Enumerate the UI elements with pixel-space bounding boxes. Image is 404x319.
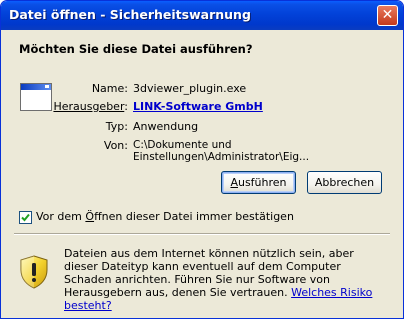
security-shield-warning-icon	[20, 255, 48, 289]
question-heading: Möchten Sie diese Datei ausführen?	[19, 42, 253, 56]
publisher-label-wrap: Herausgeber:	[4, 100, 128, 115]
name-value: 3dviewer_plugin.exe	[133, 82, 247, 95]
from-value: C:\Dokumente und Einstellungen\Administr…	[133, 139, 310, 163]
close-icon: ✕	[381, 7, 394, 23]
window-title: Datei öffnen - Sicherheitswarnung	[9, 7, 251, 22]
name-label-wrap: Name:	[4, 82, 128, 97]
from-label-wrap: Von:	[4, 139, 128, 154]
type-label: Typ:	[105, 120, 128, 133]
name-label: Name:	[91, 82, 128, 95]
title-bar[interactable]: Datei öffnen - Sicherheitswarnung ✕	[1, 1, 403, 30]
cancel-button[interactable]: Abbrechen	[307, 171, 382, 194]
checkmark-icon	[21, 213, 30, 222]
publisher-label: Herausgeber:	[53, 100, 128, 113]
type-value: Anwendung	[133, 120, 199, 133]
run-button[interactable]: Ausführen	[221, 171, 296, 194]
close-button[interactable]: ✕	[377, 5, 398, 26]
warning-message: Dateien aus dem Internet können nützlich…	[64, 247, 389, 312]
publisher-link[interactable]: LINK-Software GmbH	[133, 100, 263, 113]
security-warning-dialog: Datei öffnen - Sicherheitswarnung ✕ Möch…	[0, 0, 404, 319]
from-label: Von:	[103, 139, 128, 152]
type-label-wrap: Typ:	[4, 120, 128, 135]
always-confirm-checkbox[interactable]	[19, 211, 32, 224]
dialog-body: Möchten Sie diese Datei ausführen? Name:…	[4, 30, 400, 317]
always-confirm-label[interactable]: Vor dem Öffnen dieser Datei immer bestät…	[36, 210, 294, 223]
